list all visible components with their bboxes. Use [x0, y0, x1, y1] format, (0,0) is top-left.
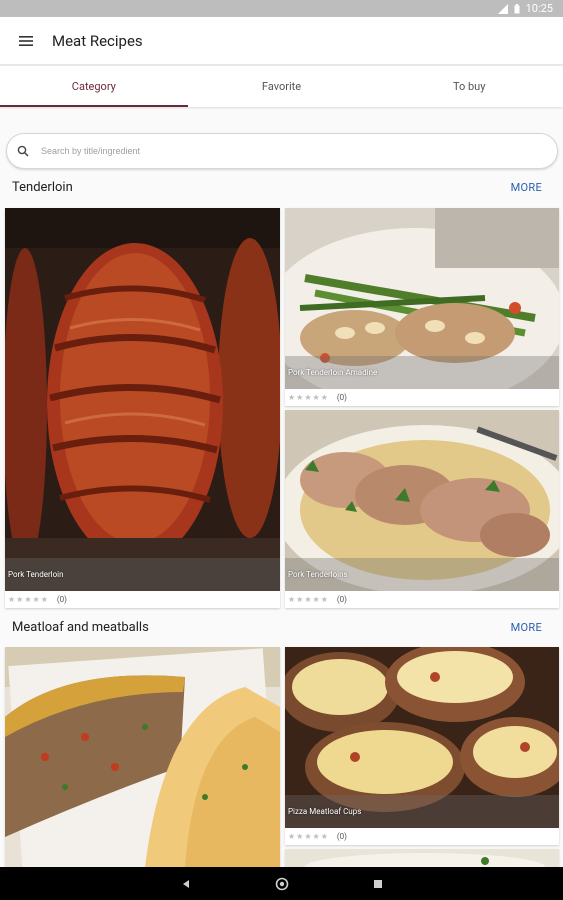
status-bar: 10:25: [0, 0, 563, 17]
tab-to-buy[interactable]: To buy: [375, 66, 563, 107]
status-time: 10:25: [525, 2, 553, 15]
recipe-rating: ★ ★ ★ ★ ★ (0): [285, 591, 559, 608]
star-icon: ★: [320, 392, 328, 402]
recipe-image: [285, 849, 559, 867]
home-icon[interactable]: [270, 872, 294, 896]
screen: 10:25 Meat Recipes Category Favorite To …: [0, 0, 563, 900]
search-input[interactable]: [41, 146, 521, 156]
search-icon: [17, 142, 29, 161]
star-icon: ★: [296, 392, 304, 402]
recipe-rating: ★ ★ ★ ★ ★ (0): [285, 828, 559, 845]
signal-icon: [497, 3, 508, 14]
recipe-title: Pork Tenderloin: [5, 558, 280, 591]
rating-count: (0): [336, 832, 347, 841]
star-icon: ★: [320, 594, 328, 604]
star-icon: ★: [288, 392, 296, 402]
recipe-card[interactable]: Pork Tenderloin ★ ★ ★ ★ ★ (0): [5, 208, 280, 608]
tab-bar: Category Favorite To buy: [0, 64, 563, 107]
tab-category[interactable]: Category: [0, 66, 188, 107]
star-icon: ★: [304, 594, 312, 604]
section-header-meatloaf: Meatloaf and meatballs MORE: [0, 614, 563, 640]
star-icon: ★: [288, 831, 296, 841]
app-toolbar: Meat Recipes: [0, 17, 563, 64]
battery-icon: [514, 3, 520, 14]
star-icon: ★: [40, 594, 48, 604]
star-icon: ★: [24, 594, 32, 604]
recipe-card[interactable]: Pork Tenderloins ★ ★ ★ ★ ★ (0): [285, 410, 559, 608]
search-bar[interactable]: [6, 133, 558, 169]
star-icon: ★: [296, 594, 304, 604]
star-icon: ★: [312, 392, 320, 402]
recipe-rating: ★ ★ ★ ★ ★ (0): [285, 389, 559, 406]
star-icon: ★: [288, 594, 296, 604]
star-icon: ★: [296, 831, 304, 841]
menu-icon[interactable]: [0, 17, 52, 64]
recipe-title: Pork Tenderloin Amadine: [285, 356, 559, 389]
section-title: Tenderloin: [12, 179, 73, 195]
section-title: Meatloaf and meatballs: [12, 619, 149, 635]
star-icon: ★: [320, 831, 328, 841]
star-icon: ★: [304, 831, 312, 841]
recipe-card[interactable]: Pizza Meatloaf Cups ★ ★ ★ ★ ★ (0): [285, 647, 559, 845]
section-header-tenderloin: Tenderloin MORE: [0, 174, 563, 200]
star-icon: ★: [8, 594, 16, 604]
star-icon: ★: [312, 831, 320, 841]
rating-count: (0): [56, 595, 67, 604]
star-icon: ★: [32, 594, 40, 604]
recipe-rating: ★ ★ ★ ★ ★ (0): [5, 591, 280, 608]
recipe-title: Pork Tenderloins: [285, 558, 559, 591]
app-title: Meat Recipes: [52, 31, 143, 50]
navigation-bar: [0, 867, 563, 900]
tab-favorite[interactable]: Favorite: [188, 66, 376, 107]
recipe-title: Pizza Meatloaf Cups: [285, 795, 559, 828]
star-icon: ★: [312, 594, 320, 604]
recents-icon[interactable]: [366, 872, 390, 896]
recipe-card[interactable]: Pork Tenderloin Amadine ★ ★ ★ ★ ★ (0): [285, 208, 559, 406]
back-icon[interactable]: [174, 872, 198, 896]
recipe-card[interactable]: [5, 647, 280, 867]
more-button[interactable]: MORE: [511, 621, 542, 634]
rating-count: (0): [336, 393, 347, 402]
rating-count: (0): [336, 595, 347, 604]
more-button[interactable]: MORE: [511, 181, 542, 194]
star-icon: ★: [304, 392, 312, 402]
recipe-card[interactable]: [285, 849, 559, 867]
star-icon: ★: [16, 594, 24, 604]
recipe-image: [5, 208, 280, 591]
recipe-image: [5, 647, 280, 867]
